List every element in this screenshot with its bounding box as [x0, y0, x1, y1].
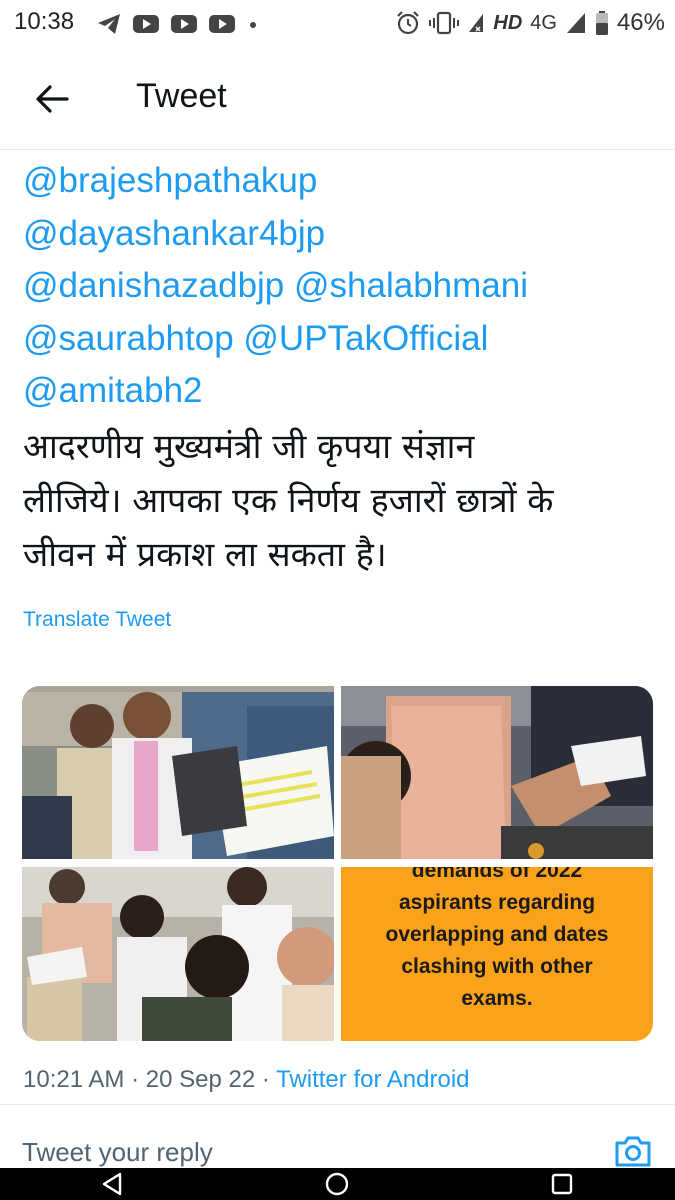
- youtube-icon: [171, 15, 197, 33]
- meta-separator: ·: [131, 1066, 140, 1093]
- caption-line: demands of 2022: [411, 867, 583, 882]
- mention-link[interactable]: @dayashankar4bjp: [23, 214, 325, 253]
- tweet-meta: 10:21 AM · 20 Sep 22 · Twitter for Andro…: [23, 1066, 470, 1094]
- media-caption-text: demands of 2022 aspirants regarding over…: [341, 867, 653, 1015]
- media-photo-1[interactable]: [22, 686, 334, 859]
- signal-icon: [566, 13, 585, 33]
- meta-separator: ·: [261, 1066, 270, 1093]
- tweet-body-line: आदरणीय मुख्यमंत्री जी कृपया संज्ञान: [23, 426, 475, 467]
- dot-icon: [250, 22, 256, 28]
- tweet-body-line: लीजिये। आपका एक निर्णय हजारों छात्रों के: [23, 480, 554, 521]
- tweet-time: 10:21 AM: [23, 1066, 125, 1093]
- caption-line: aspirants regarding: [398, 891, 596, 914]
- tweet-source-link[interactable]: Twitter for Android: [276, 1066, 469, 1093]
- caption-line: overlapping and dates: [385, 923, 609, 946]
- status-notification-icons: [96, 12, 260, 36]
- battery-icon: [595, 11, 608, 35]
- reply-bar: Tweet your reply: [0, 1104, 675, 1169]
- nav-home-button[interactable]: [322, 1172, 352, 1196]
- mention-line: @dayashankar4bjp: [23, 208, 658, 261]
- mention-line: @danishazadbjp @shalabhmani: [23, 260, 658, 313]
- nav-back-icon: [102, 1172, 122, 1196]
- battery-percent: 46%: [616, 9, 665, 36]
- alarm-icon: [397, 11, 420, 35]
- telegram-icon: [98, 14, 120, 34]
- back-button[interactable]: [28, 78, 76, 120]
- mention-line: @brajeshpathakup: [23, 155, 658, 208]
- photo-image: [341, 686, 653, 859]
- nav-home-icon: [325, 1172, 349, 1196]
- system-nav-bar: [0, 1168, 675, 1200]
- media-photo-2[interactable]: [341, 686, 653, 859]
- media-caption-image[interactable]: demands of 2022 aspirants regarding over…: [341, 867, 653, 1041]
- mention-link[interactable]: @amitabh2: [23, 371, 203, 410]
- nav-recents-button[interactable]: [547, 1172, 577, 1196]
- mention-line: @amitabh2: [23, 365, 658, 418]
- signal-x-icon: [469, 14, 484, 32]
- mention-line: @saurabhtop @UPTakOfficial: [23, 313, 658, 366]
- reply-input[interactable]: Tweet your reply: [22, 1137, 213, 1168]
- media-grid: demands of 2022 aspirants regarding over…: [22, 686, 653, 1041]
- youtube-icon: [133, 15, 159, 33]
- mention-link[interactable]: @danishazadbjp @shalabhmani: [23, 266, 528, 305]
- network-type: 4G: [530, 11, 557, 34]
- youtube-icon: [209, 15, 235, 33]
- media-photo-3[interactable]: [22, 867, 334, 1041]
- network-label: HD: [493, 11, 523, 34]
- status-bar: 10:38 HD 4G 46%: [0, 0, 675, 48]
- photo-image: [22, 867, 334, 1041]
- status-system-icons: HD 4G 46%: [395, 9, 665, 37]
- arrow-left-icon: [36, 85, 69, 113]
- photo-image: [22, 686, 334, 859]
- mention-link[interactable]: @saurabhtop @UPTakOfficial: [23, 319, 488, 358]
- mention-link[interactable]: @brajeshpathakup: [23, 161, 317, 200]
- screen: 10:38 HD 4G 46% Tweet @brajeshpathakup @…: [0, 0, 675, 1200]
- app-header: Tweet: [0, 48, 675, 150]
- tweet-body-line: जीवन में प्रकाश ला सकता है।: [23, 534, 387, 575]
- camera-button[interactable]: [613, 1133, 653, 1169]
- tweet-date: 20 Sep 22: [145, 1066, 256, 1093]
- translate-tweet-link[interactable]: Translate Tweet: [23, 608, 171, 632]
- camera-icon: [615, 1136, 651, 1167]
- caption-line: exams.: [461, 987, 533, 1010]
- nav-recents-icon: [551, 1173, 573, 1195]
- vibrate-icon: [429, 11, 460, 35]
- tweet-text: @brajeshpathakup @dayashankar4bjp @danis…: [23, 155, 658, 582]
- nav-back-button[interactable]: [97, 1172, 127, 1196]
- page-title: Tweet: [136, 77, 227, 115]
- status-time: 10:38: [14, 8, 75, 35]
- caption-line: clashing with other: [401, 955, 593, 978]
- tweet-body-hindi: आदरणीय मुख्यमंत्री जी कृपया संज्ञान लीजि…: [23, 420, 658, 582]
